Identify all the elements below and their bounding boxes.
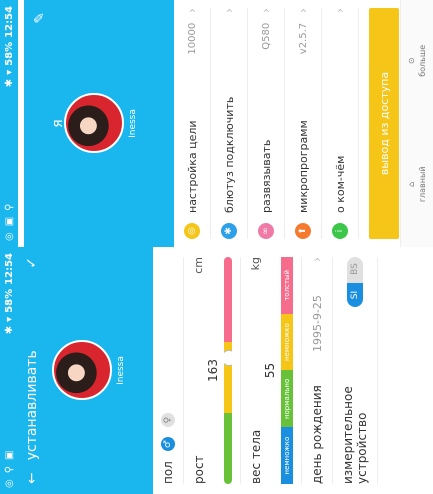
link-icon: ∞ — [258, 223, 274, 239]
check-icon[interactable]: ✓ — [24, 257, 40, 269]
bluetooth-status-icon: ✱ — [3, 78, 15, 88]
settings-screen: ◎ ▣ ⚲ ✱ ▾ 58% 12:54 я ✎ Inessa ◎ настройка це… — [0, 0, 433, 247]
weight-row: вес тела kg 55 немножко нормально немнож… — [241, 257, 302, 484]
page-title: устанавливать — [24, 350, 40, 461]
units-row: измерительное устройство SI BS — [333, 257, 378, 484]
male-icon[interactable]: ♂ — [161, 437, 175, 452]
gallery-icon: ▣ — [3, 450, 15, 460]
height-unit: cm — [192, 257, 205, 274]
weight-label: вес тела — [249, 429, 263, 484]
settings-item-label: настройка цели — [185, 120, 199, 213]
battery-percent: 58% — [3, 41, 15, 66]
units-label: измерительное устройство — [341, 386, 369, 484]
home-icon: ⌂ — [407, 181, 416, 187]
settings-item-about[interactable]: i о ком-чём › — [322, 8, 359, 239]
units-option-si[interactable]: SI — [347, 282, 363, 308]
tab-label: больше — [418, 44, 427, 77]
more-icon: ⊙ — [407, 57, 416, 65]
profile-screen: ◎ ⚲ ▣ ✱ ▾ 58% 12:54 ← устанавливать ✓ Inessa … — [0, 247, 433, 494]
birthday-row[interactable]: день рождения 1995-9-25 › — [302, 257, 333, 484]
settings-item-goal[interactable]: ◎ настройка цели 10000 › — [174, 8, 211, 239]
chevron-right-icon: › — [333, 8, 347, 13]
edit-icon[interactable]: ✎ — [32, 12, 48, 24]
notification-icon: ◎ — [3, 479, 15, 488]
username: Inessa — [116, 356, 126, 385]
status-bar: ◎ ⚲ ▣ ✱ ▾ 58% 12:54 — [0, 247, 18, 494]
chevron-right-icon: › — [259, 8, 273, 13]
battery-percent: 58% — [3, 288, 15, 313]
tab-home[interactable]: ⌂ главный — [407, 166, 427, 202]
info-icon: i — [332, 223, 348, 239]
weight-segment: толстый — [281, 257, 293, 314]
gender-label: пол — [161, 461, 175, 484]
height-row: рост cm 163 — [184, 257, 241, 484]
settings-item-bluetooth[interactable]: ✱ блютуз подключить › — [211, 8, 248, 239]
page-title: я — [50, 119, 66, 128]
units-toggle[interactable]: SI BS — [347, 257, 363, 308]
search-icon: ⚲ — [3, 465, 15, 474]
weight-segment: немножко — [281, 313, 293, 371]
settings-item-label: о ком-чём — [333, 155, 347, 213]
height-label: рост — [192, 455, 206, 484]
gender-row: пол ♂ ♀ — [153, 257, 184, 484]
settings-item-label: микропрограмм — [296, 120, 310, 213]
bluetooth-icon: ✱ — [221, 223, 237, 239]
settings-list: ◎ настройка цели 10000 › ✱ блютуз подклю… — [174, 0, 359, 247]
height-slider[interactable] — [224, 257, 232, 484]
birthday-label: день рождения — [310, 385, 324, 484]
settings-item-label: блютуз подключить — [222, 96, 236, 213]
clock: 12:54 — [3, 253, 15, 285]
weight-segment: нормально — [281, 370, 293, 428]
female-icon[interactable]: ♀ — [161, 413, 175, 428]
avatar[interactable] — [64, 93, 124, 154]
birthday-value: 1995-9-25 — [310, 295, 324, 353]
username: Inessa — [128, 109, 138, 138]
status-bar: ◎ ▣ ⚲ ✱ ▾ 58% 12:54 — [0, 0, 18, 247]
slider-handle[interactable] — [224, 349, 232, 366]
clock: 12:54 — [3, 6, 15, 38]
search-icon: ⚲ — [3, 203, 15, 211]
settings-item-value: v2.5.7 — [297, 22, 309, 55]
profile-form: пол ♂ ♀ рост cm 163 вес тела kg 55 немно… — [153, 247, 378, 494]
back-arrow-icon[interactable]: ← — [24, 472, 40, 484]
settings-item-firmware[interactable]: ⬆ микропрограмм v2.5.7 › — [285, 8, 322, 239]
screenshot-frame: ◎ ▣ ⚲ ✱ ▾ 58% 12:54 я ✎ Inessa ◎ настройка це… — [0, 0, 433, 494]
weight-unit: kg — [249, 257, 262, 271]
upgrade-icon: ⬆ — [295, 223, 311, 239]
logout-button[interactable]: вывод из доступа — [369, 8, 399, 239]
chevron-right-icon: › — [222, 8, 236, 13]
chevron-right-icon: › — [296, 8, 310, 13]
target-icon: ◎ — [184, 223, 200, 239]
profile-header: ← устанавливать ✓ Inessa — [18, 247, 153, 494]
weight-value: 55 — [263, 362, 277, 379]
wifi-icon: ▾ — [3, 316, 15, 322]
notification-icon: ◎ — [3, 232, 15, 241]
settings-item-unbind[interactable]: ∞ развязывать Q580 › — [248, 8, 285, 239]
wifi-icon: ▾ — [3, 69, 15, 75]
weight-slider[interactable]: немножко нормально немножко толстый — [281, 257, 293, 484]
avatar[interactable] — [52, 340, 112, 401]
settings-item-label: развязывать — [259, 139, 273, 213]
settings-item-value: Q580 — [260, 22, 272, 50]
settings-header: я ✎ Inessa — [24, 0, 174, 247]
weight-segment: немножко — [281, 427, 293, 484]
tab-more[interactable]: ⊙ больше — [407, 45, 427, 77]
tab-label: главный — [418, 166, 427, 203]
units-option-bs[interactable]: BS — [347, 257, 363, 283]
gallery-icon: ▣ — [3, 216, 15, 227]
height-value: 163 — [206, 359, 220, 382]
tab-bar: ⌂ главный ⊙ больше — [400, 0, 433, 247]
chevron-right-icon: › — [185, 8, 199, 13]
settings-item-value: 10000 — [186, 22, 198, 55]
chevron-right-icon: › — [310, 257, 324, 262]
bluetooth-status-icon: ✱ — [3, 325, 15, 335]
